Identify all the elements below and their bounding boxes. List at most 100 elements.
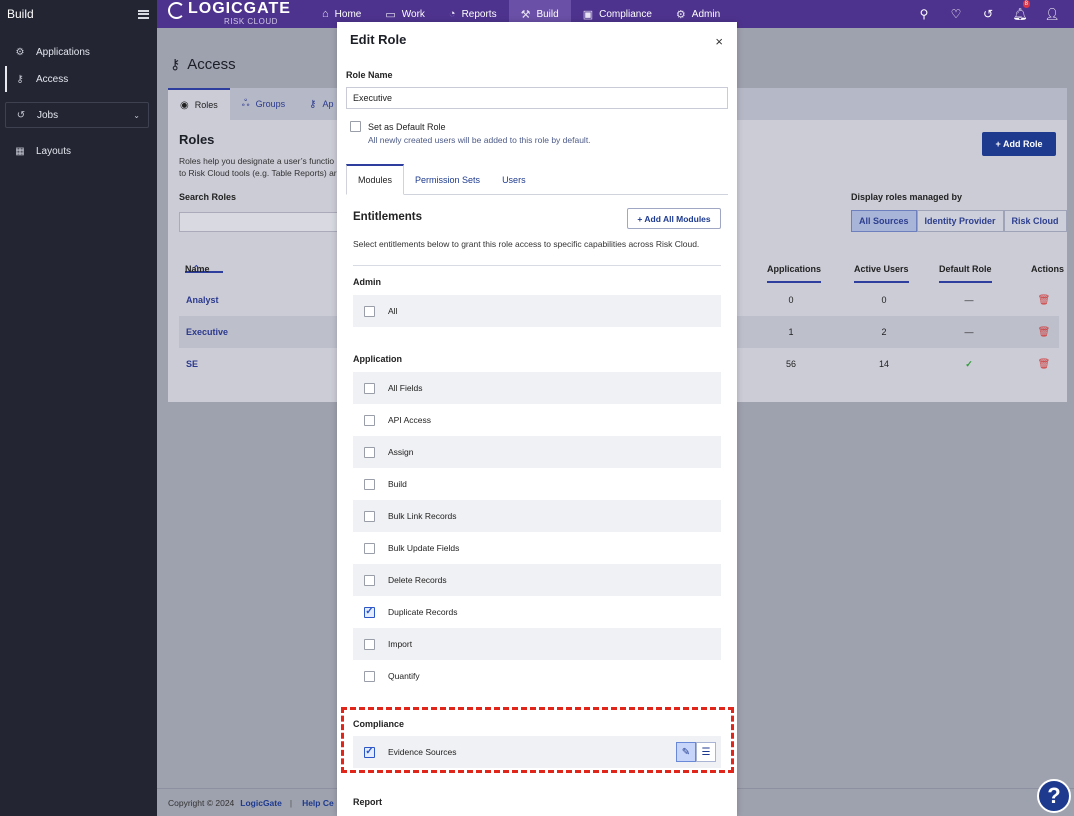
nav-label: Home bbox=[334, 8, 362, 20]
tab-roles[interactable]: ◉ Roles bbox=[168, 88, 230, 120]
role-name-link[interactable]: Analyst bbox=[186, 295, 219, 305]
permission-checkbox[interactable] bbox=[364, 638, 375, 650]
permission-row[interactable]: Assign bbox=[353, 436, 721, 468]
edit-icon[interactable]: ✎ bbox=[676, 742, 696, 762]
source-identity-provider-button[interactable]: Identity Provider bbox=[916, 210, 1004, 232]
menu-icon[interactable] bbox=[138, 9, 149, 19]
permission-label: Build bbox=[388, 479, 407, 489]
tab-label: Groups bbox=[255, 99, 286, 109]
sidebar-item-label: Access bbox=[36, 73, 69, 85]
search-roles-input[interactable] bbox=[179, 212, 349, 232]
permission-label: All bbox=[388, 306, 398, 316]
add-all-modules-button[interactable]: + Add All Modules bbox=[627, 208, 721, 229]
company-link[interactable]: LogicGate bbox=[240, 798, 282, 808]
layouts-icon: ▦ bbox=[15, 145, 25, 157]
sidebar-item-label: Layouts bbox=[36, 145, 72, 157]
default-role-check-icon: ✓ bbox=[965, 359, 973, 369]
permission-checkbox[interactable] bbox=[364, 510, 375, 522]
default-role-checkbox[interactable] bbox=[350, 121, 361, 132]
history-icon[interactable]: ↺ bbox=[972, 7, 1004, 21]
source-filter: All Sources Identity Provider Risk Cloud bbox=[851, 210, 1067, 232]
applications-count: 0 bbox=[788, 295, 794, 305]
wrench-icon: ⚒ bbox=[520, 8, 531, 21]
tab-users[interactable]: Users bbox=[491, 164, 537, 195]
logo-sub: RISK CLOUD bbox=[224, 17, 278, 26]
bell-icon[interactable]: 🔔︎ 8 bbox=[1004, 0, 1036, 21]
permission-row[interactable]: Bulk Update Fields bbox=[353, 532, 721, 564]
permission-checkbox[interactable] bbox=[364, 574, 375, 586]
tab-label: Roles bbox=[194, 100, 218, 110]
gear-icon: ⚙ bbox=[675, 8, 686, 21]
sidebar-item-layouts[interactable]: ▦ Layouts bbox=[5, 138, 149, 164]
help-icon[interactable]: ? bbox=[1037, 779, 1071, 813]
nav-label: Build bbox=[536, 8, 559, 20]
pin-icon[interactable]: ⚲ bbox=[908, 7, 940, 21]
active-users-count: 14 bbox=[878, 359, 889, 369]
role-name-input[interactable]: Executive bbox=[346, 87, 728, 109]
applications-icon: ⚙ bbox=[15, 46, 25, 58]
copyright: Copyright © 2024 bbox=[168, 797, 235, 808]
user-icon[interactable]: 👤︎ bbox=[1036, 7, 1068, 21]
permission-row[interactable]: Build bbox=[353, 468, 721, 500]
source-risk-cloud-button[interactable]: Risk Cloud bbox=[1003, 210, 1067, 232]
role-name-link[interactable]: Executive bbox=[186, 327, 228, 337]
tab-modules[interactable]: Modules bbox=[346, 164, 405, 195]
permission-row[interactable]: Import bbox=[353, 628, 721, 660]
help-center-link[interactable]: Help Ce bbox=[302, 798, 334, 808]
column-applications[interactable]: Applications bbox=[767, 264, 822, 283]
permission-checkbox[interactable] bbox=[364, 382, 375, 394]
permission-row[interactable]: All Fields bbox=[353, 372, 721, 404]
default-role-hint: All newly created users will be added to… bbox=[368, 135, 591, 145]
column-default-role[interactable]: Default Role bbox=[939, 264, 992, 283]
page-title-text: Access bbox=[187, 56, 236, 73]
permission-checkbox[interactable] bbox=[364, 446, 375, 458]
folder-icon: ▭ bbox=[385, 8, 396, 21]
role-name-label: Role Name bbox=[346, 70, 393, 80]
tab-permission-sets[interactable]: Permission Sets bbox=[404, 164, 491, 195]
permission-checkbox[interactable] bbox=[364, 670, 375, 682]
trash-icon[interactable]: 🗑︎ bbox=[1024, 359, 1064, 370]
shield-icon[interactable]: ♡ bbox=[940, 7, 972, 21]
permission-row[interactable]: Delete Records bbox=[353, 564, 721, 596]
key-icon: ⚷ bbox=[16, 73, 24, 85]
search-label: Search Roles bbox=[179, 192, 237, 202]
sidebar-title: Build bbox=[7, 7, 34, 21]
permission-checkbox[interactable] bbox=[364, 478, 375, 490]
permission-checkbox-checked[interactable] bbox=[364, 606, 375, 618]
sidebar-item-applications[interactable]: ⚙ Applications bbox=[5, 39, 149, 65]
sidebar-item-label: Jobs bbox=[37, 109, 59, 121]
permission-row[interactable]: API Access bbox=[353, 404, 721, 436]
trash-icon[interactable]: 🗑︎ bbox=[1024, 327, 1064, 338]
nav-label: Admin bbox=[691, 8, 721, 20]
entitlements-description: Select entitlements below to grant this … bbox=[353, 239, 721, 266]
sidebar-item-access[interactable]: ⚷ Access bbox=[5, 66, 149, 92]
list-icon[interactable]: ☰ bbox=[696, 742, 716, 762]
section-compliance-heading: Compliance bbox=[353, 719, 405, 729]
add-role-button[interactable]: + Add Role bbox=[982, 132, 1056, 156]
logo[interactable]: LOGICGATE RISK CLOUD bbox=[166, 0, 290, 28]
tab-label: Ap bbox=[322, 99, 334, 109]
permission-checkbox-checked[interactable] bbox=[364, 746, 375, 758]
permission-checkbox[interactable] bbox=[364, 414, 375, 426]
role-name-link[interactable]: SE bbox=[186, 359, 198, 369]
permission-row[interactable]: Evidence Sources ✎ ☰ bbox=[353, 736, 721, 768]
close-icon[interactable]: × bbox=[715, 34, 723, 49]
permission-checkbox[interactable] bbox=[364, 305, 375, 317]
permission-row[interactable]: All bbox=[353, 295, 721, 327]
permission-row[interactable]: Quantify bbox=[353, 660, 721, 692]
tab-groups[interactable]: ஃ Groups bbox=[230, 88, 297, 120]
sidebar-item-jobs[interactable]: ↺ Jobs ⌄ bbox=[5, 102, 149, 128]
permission-label: Bulk Update Fields bbox=[388, 543, 460, 553]
permission-row[interactable]: Duplicate Records bbox=[353, 596, 721, 628]
sidebar-header: Build bbox=[0, 0, 157, 28]
permission-checkbox[interactable] bbox=[364, 542, 375, 554]
logo-mark-icon bbox=[168, 2, 185, 19]
source-all-button[interactable]: All Sources bbox=[851, 210, 917, 232]
column-name[interactable]: Name ⌃ bbox=[185, 264, 223, 274]
permission-row[interactable]: Bulk Link Records bbox=[353, 500, 721, 532]
sort-asc-icon: ⌃ bbox=[193, 264, 200, 273]
trash-icon[interactable]: 🗑︎ bbox=[1024, 295, 1064, 306]
modal-tabs: Modules Permission Sets Users bbox=[346, 164, 728, 195]
applications-count: 56 bbox=[785, 359, 796, 369]
column-active-users[interactable]: Active Users bbox=[854, 264, 909, 283]
